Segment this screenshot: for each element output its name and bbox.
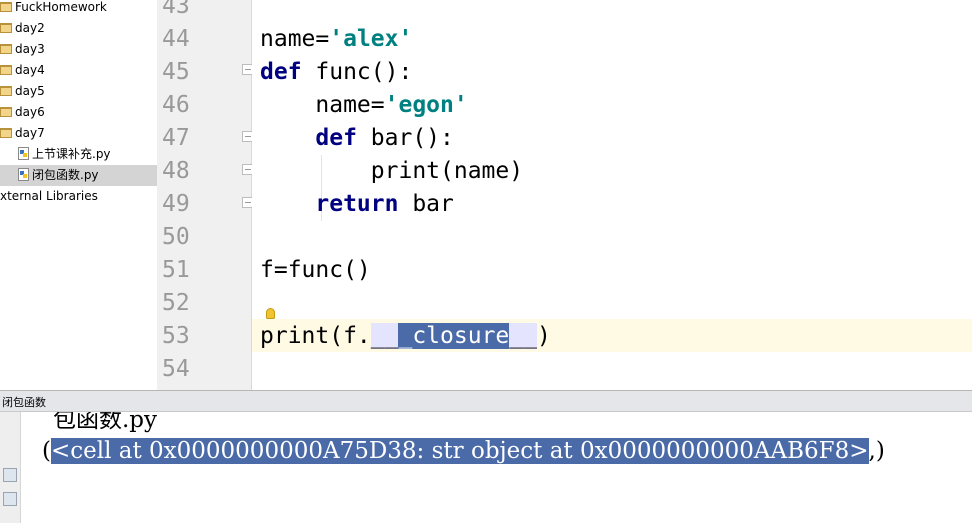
folder-icon — [0, 43, 12, 54]
console-output-line: (<cell at 0x0000000000A75D38: str object… — [42, 438, 885, 464]
code-line-44: name='alex' — [260, 26, 413, 52]
lightbulb-icon[interactable] — [266, 308, 275, 319]
tree-folder-day2[interactable]: day2 — [0, 18, 45, 39]
line-number: 52 — [162, 290, 190, 316]
code-line-45: def func(): — [260, 59, 413, 85]
line-number: 44 — [162, 26, 190, 52]
tree-folder-day4[interactable]: day4 — [0, 60, 45, 81]
code-line-47: def bar(): — [315, 125, 454, 151]
line-number: 47 — [162, 125, 190, 151]
line-number: 43 — [162, 0, 190, 19]
line-number: 51 — [162, 257, 190, 283]
editor-gutter: 43 44 45 46 47 48 49 50 51 52 53 54 — [157, 0, 254, 390]
tree-item-label: day2 — [15, 21, 45, 35]
code-line-53: print(f.___closure__) — [260, 323, 551, 349]
tree-item-label: FuckHomework — [15, 0, 107, 14]
tree-item-label: day4 — [15, 63, 45, 77]
tree-file-closure[interactable]: 闭包函数.py — [0, 165, 157, 186]
line-number: 53 — [162, 323, 190, 349]
tree-folder-day5[interactable]: day5 — [0, 81, 45, 102]
console-partial-line: 包函数.py — [53, 412, 158, 433]
tree-folder-fuckhomework[interactable]: FuckHomework — [0, 0, 107, 18]
tree-item-label: day3 — [15, 42, 45, 56]
python-file-icon — [18, 147, 29, 160]
folder-icon — [0, 1, 12, 12]
code-editor[interactable]: name='alex' def func(): name='egon' def … — [252, 0, 972, 390]
line-number: 54 — [162, 356, 190, 382]
tree-item-label: 上节课补充.py — [32, 147, 111, 161]
line-number: 46 — [162, 92, 190, 118]
folder-icon — [0, 85, 12, 96]
code-line-48: print(name) — [260, 158, 524, 184]
line-number: 50 — [162, 224, 190, 250]
rerun-icon[interactable] — [3, 468, 17, 482]
line-number: 49 — [162, 191, 190, 217]
stop-icon[interactable] — [3, 492, 17, 506]
line-number: 48 — [162, 158, 190, 184]
tree-item-label: day7 — [15, 126, 45, 140]
code-line-49: return bar — [315, 191, 454, 217]
tree-item-label: day6 — [15, 105, 45, 119]
folder-icon — [0, 106, 12, 117]
folder-icon — [0, 22, 12, 33]
run-panel-header: 闭包函数 — [0, 390, 972, 412]
tree-item-label: day5 — [15, 84, 45, 98]
selected-text: _closure — [398, 323, 510, 349]
console-output[interactable]: 包函数.py (<cell at 0x0000000000A75D38: str… — [21, 412, 972, 523]
tree-folder-day3[interactable]: day3 — [0, 39, 45, 60]
run-tab-title[interactable]: 闭包函数 — [2, 394, 46, 410]
code-line-46: name='egon' — [260, 92, 468, 118]
project-tree: FuckHomework day2 day3 day4 day5 day6 da… — [0, 0, 158, 390]
tree-item-label: xternal Libraries — [0, 189, 98, 203]
console-selected-text: <cell at 0x0000000000A75D38: str object … — [50, 438, 869, 464]
run-toolbar — [0, 412, 21, 523]
folder-icon — [0, 64, 12, 75]
folder-icon — [0, 127, 12, 138]
code-line-51: f=func() — [260, 257, 371, 283]
line-number: 45 — [162, 59, 190, 85]
tree-external-libraries[interactable]: xternal Libraries — [0, 186, 98, 207]
tree-folder-day7[interactable]: day7 — [0, 123, 45, 144]
tree-file-supplement[interactable]: 上节课补充.py — [0, 144, 111, 165]
tree-item-label: 闭包函数.py — [32, 168, 99, 182]
tree-folder-day6[interactable]: day6 — [0, 102, 45, 123]
python-file-icon — [18, 168, 29, 181]
